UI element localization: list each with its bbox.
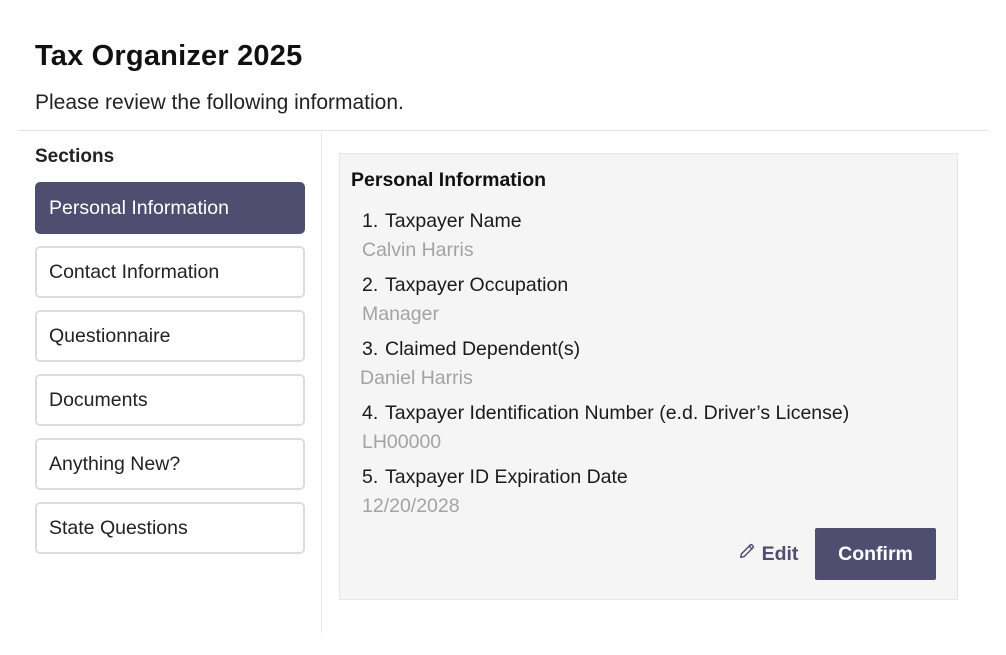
field-claimed-dependents: 3. Claimed Dependent(s) Daniel Harris — [360, 338, 580, 390]
field-value-taxpayer-occupation: Manager — [362, 303, 439, 325]
header-divider — [18, 130, 988, 131]
sections-sidebar: Sections Personal Information Contact In… — [35, 146, 305, 566]
page-title: Tax Organizer 2025 — [35, 40, 303, 72]
sections-heading: Sections — [35, 146, 115, 167]
field-label-text: Taxpayer Name — [385, 210, 522, 232]
field-label-text: Taxpayer ID Expiration Date — [385, 466, 628, 488]
field-value-taxpayer-id-number: LH00000 — [362, 431, 442, 453]
confirm-button[interactable]: Confirm — [815, 528, 936, 580]
field-taxpayer-name: 1. Taxpayer Name Calvin Harris — [362, 210, 522, 262]
sidebar-divider — [321, 131, 322, 633]
field-label: 4. Taxpayer Identification Number (e.d. D… — [362, 402, 849, 425]
panel-title: Personal Information — [351, 169, 547, 191]
field-taxpayer-occupation: 2. Taxpayer Occupation Manager — [362, 274, 568, 326]
edit-button[interactable]: Edit — [728, 528, 808, 580]
field-number: 4. — [362, 402, 379, 424]
sidebar-item-personal-information[interactable]: Personal Information — [35, 182, 305, 234]
page-header: Tax Organizer 2025 Please review the fol… — [35, 40, 404, 115]
field-value-taxpayer-id-expiration: 12/20/2028 — [362, 495, 460, 517]
field-number: 3. — [362, 338, 379, 360]
field-label: 1. Taxpayer Name — [362, 210, 522, 233]
field-value-claimed-dependents: Daniel Harris — [360, 367, 473, 389]
field-label-text: Taxpayer Identification Number (e.d. Dri… — [385, 402, 850, 424]
field-label-text: Claimed Dependent(s) — [385, 338, 581, 360]
tax-organizer-page: Tax Organizer 2025 Please review the fol… — [0, 0, 1006, 655]
page-subtitle: Please review the following information. — [35, 91, 404, 114]
field-value-taxpayer-name: Calvin Harris — [362, 239, 474, 261]
field-number: 1. — [362, 210, 379, 232]
personal-information-panel: Personal Information 1. Taxpayer Name Cal… — [339, 153, 958, 600]
field-taxpayer-id-number: 4. Taxpayer Identification Number (e.d. D… — [362, 402, 849, 454]
field-number: 5. — [362, 466, 379, 488]
pencil-icon — [738, 542, 756, 566]
sidebar-item-state-questions[interactable]: State Questions — [35, 502, 305, 554]
sidebar-item-documents[interactable]: Documents — [35, 374, 305, 426]
sidebar-item-anything-new[interactable]: Anything New? — [35, 438, 305, 490]
sidebar-item-questionnaire[interactable]: Questionnaire — [35, 310, 305, 362]
field-label: 3. Claimed Dependent(s) — [362, 338, 580, 361]
edit-button-label: Edit — [761, 542, 799, 565]
field-label: 5. Taxpayer ID Expiration Date — [362, 466, 628, 489]
field-label-text: Taxpayer Occupation — [385, 274, 569, 296]
field-taxpayer-id-expiration: 5. Taxpayer ID Expiration Date 12/20/2028 — [362, 466, 628, 518]
field-number: 2. — [362, 274, 379, 296]
field-label: 2. Taxpayer Occupation — [362, 274, 568, 297]
sidebar-item-contact-information[interactable]: Contact Information — [35, 246, 305, 298]
